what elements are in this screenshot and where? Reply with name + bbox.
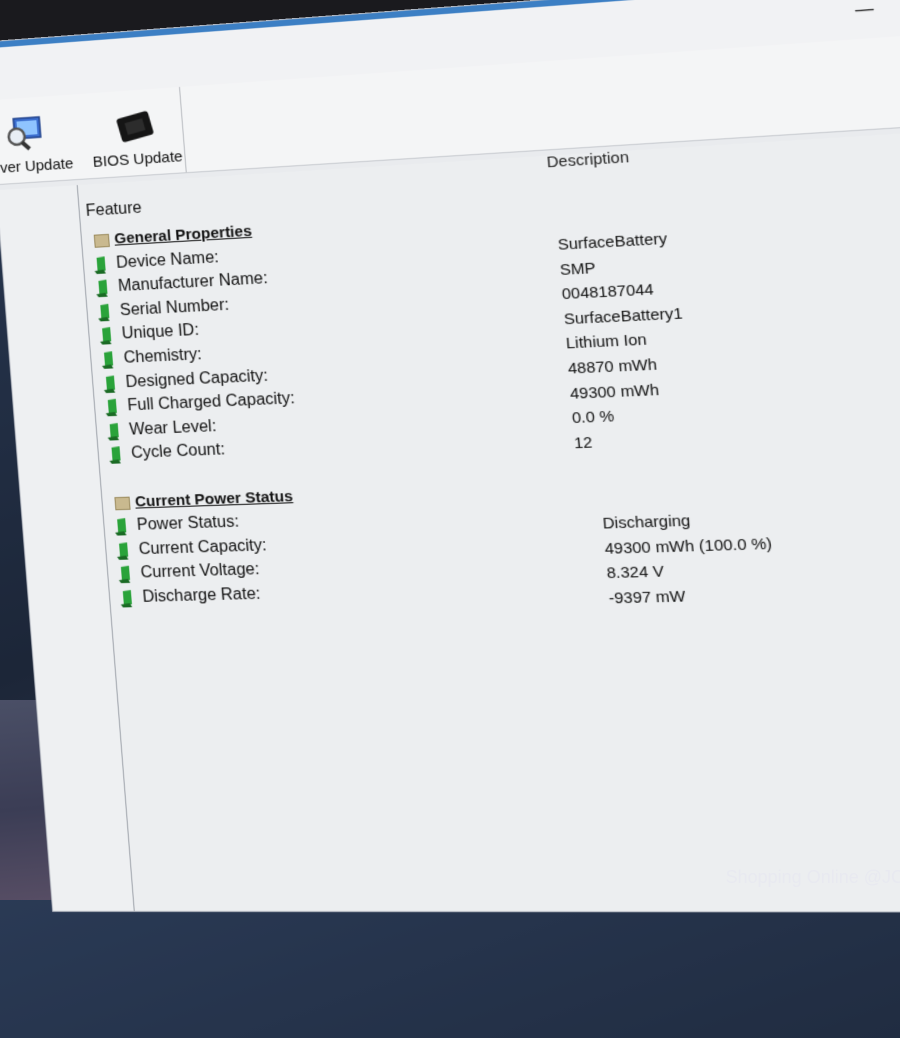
folder-icon — [93, 233, 110, 248]
feature-label: Discharge Rate: — [141, 585, 262, 606]
feature-label: Wear Level: — [128, 417, 217, 439]
general-values: SurfaceBattery SMP 0048187044 SurfaceBat… — [557, 213, 900, 456]
driver-update-button[interactable]: Driver Update — [0, 113, 76, 178]
column-header-feature[interactable]: Feature — [85, 199, 142, 221]
content-panes: Description Feature General Properties D… — [0, 125, 900, 912]
app-window: — ✕ Driver Update BIOS Update — [0, 0, 900, 912]
green-battery-icon — [100, 327, 112, 346]
folder-icon — [114, 496, 131, 510]
green-battery-icon — [120, 589, 133, 608]
green-battery-icon — [107, 422, 120, 441]
column-header-description[interactable]: Description — [546, 149, 630, 172]
details-pane: Description Feature General Properties D… — [77, 125, 900, 912]
green-battery-icon — [118, 565, 131, 584]
bios-update-label: BIOS Update — [92, 147, 184, 171]
green-battery-icon — [109, 446, 121, 465]
watermark: Shopping Online @JC — [725, 867, 900, 887]
driver-search-icon — [7, 115, 42, 150]
green-battery-icon — [96, 279, 108, 298]
bios-chip-icon — [115, 110, 155, 143]
feature-label: Chemistry: — [123, 345, 203, 367]
green-battery-icon — [105, 398, 118, 417]
bios-update-button[interactable]: BIOS Update — [87, 105, 185, 171]
green-battery-icon — [116, 542, 129, 560]
green-battery-icon — [103, 375, 116, 393]
green-battery-icon — [94, 255, 106, 274]
driver-update-label: Driver Update — [0, 155, 74, 179]
green-battery-icon — [115, 518, 127, 536]
feature-label: Cycle Count: — [130, 441, 226, 463]
green-battery-icon — [101, 351, 114, 369]
feature-label: Current Voltage: — [140, 561, 261, 582]
power-status-values: Discharging 49300 mWh (100.0 %) 8.324 V … — [602, 500, 900, 611]
feature-label: Power Status: — [136, 513, 240, 535]
green-battery-icon — [98, 303, 110, 322]
minimize-button[interactable]: — — [844, 0, 886, 27]
